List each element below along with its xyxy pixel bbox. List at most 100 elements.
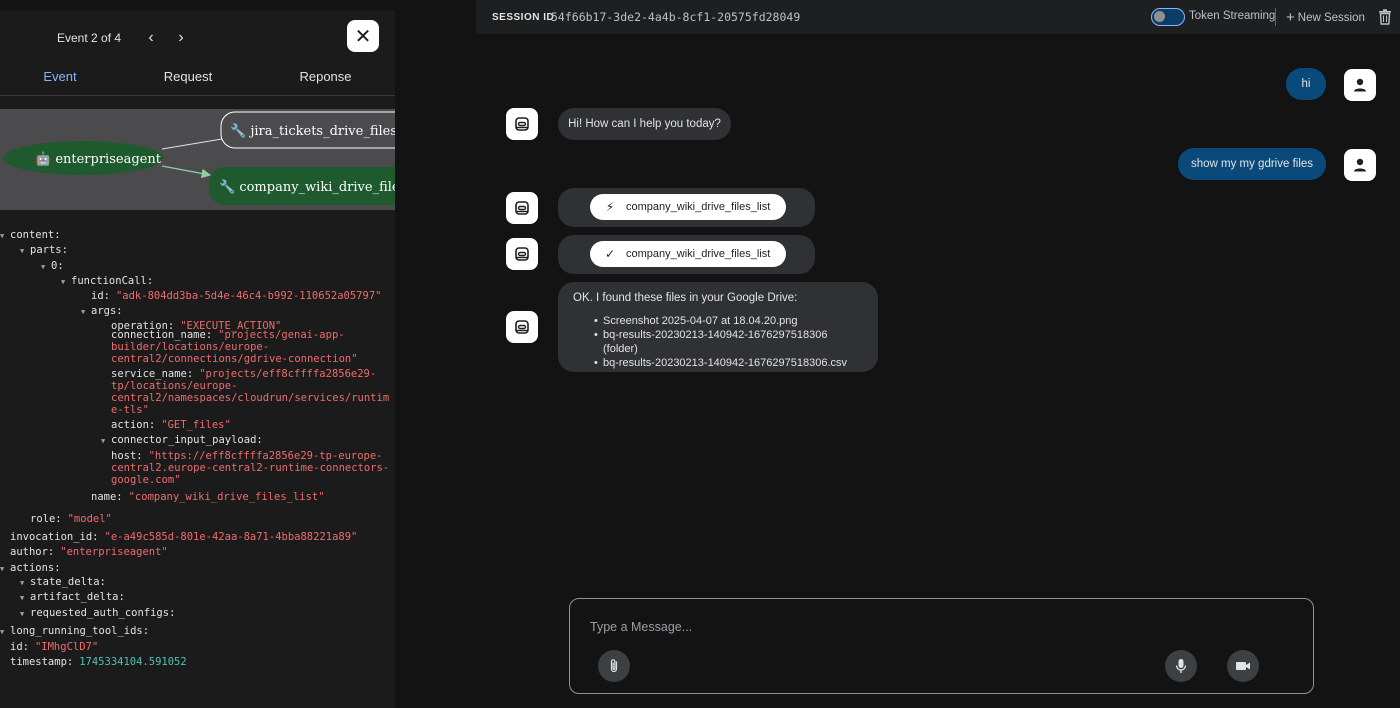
json-string-value: "e-a49c585d-801e-42aa-8a71-4bba88221a89" [104,531,358,543]
tab-event[interactable]: Event [0,58,120,95]
message-composer[interactable]: Type a Message... [569,598,1314,694]
json-key: id: [91,290,110,302]
user-avatar [1344,149,1376,181]
user-avatar [1344,69,1376,101]
event-navigator: Event 2 of 4 ‹ › [57,29,191,47]
header-divider [1275,8,1276,26]
json-line: google.com" [111,473,181,489]
tool-node-jira-label: 🔧 jira_tickets_drive_files_li [230,122,395,139]
toggle-knob [1154,11,1165,22]
plus-icon: + [1286,9,1295,26]
token-streaming-toggle[interactable] [1151,8,1185,26]
close-icon: ✕ [354,25,372,48]
json-key: timestamp: [10,656,74,668]
json-string-value: central2/connections/gdrive-connection" [111,353,358,365]
json-number-value: 1745334104.591052 [79,656,187,668]
user-message-bubble: show my my gdrive files [1178,148,1326,180]
session-id-label: SESSION ID [492,12,555,23]
robot-icon [515,117,529,131]
json-line: invocation_id: "e-a49c585d-801e-42aa-8a71… [10,530,357,546]
microphone-button[interactable] [1165,650,1197,682]
user-message-text: show my my gdrive files [1190,158,1314,170]
tab-request[interactable]: Request [120,58,256,95]
user-message-bubble: hi [1286,68,1326,100]
expand-triangle-icon[interactable]: ▼ [20,244,24,260]
event-tabs: Event Request Reponse [0,58,395,96]
json-line: ▼ args: [81,304,123,320]
json-line: ▼ functionCall: [61,274,153,290]
bot-avatar [506,108,538,140]
file-item: Screenshot 2025-04-07 at 18.04.20.png [573,314,863,328]
file-item: bq-results-20230213-140942-1676297518306… [573,356,863,370]
json-key: id: [10,641,29,653]
json-line: ▼ requested_auth_configs: [20,606,176,622]
file-item: bq-results-20230213-140942-1676297518306… [573,328,863,356]
bot-avatar [506,238,538,270]
function-call-chip[interactable]: ⚡︎ company_wiki_drive_files_list [590,194,787,220]
session-id-value: 54f66b17-3de2-4a4b-8cf1-20575fd28049 [551,10,801,24]
expand-triangle-icon[interactable]: ▼ [20,591,24,607]
new-session-label: New Session [1297,12,1365,24]
json-line: id: "IMhgClD7" [10,640,98,656]
json-line: timestamp: 1745334104.591052 [10,655,187,671]
function-response-bubble: ✓ company_wiki_drive_files_list [558,235,815,274]
bot-message-text: OK. I found these files in your Google D… [573,292,798,304]
json-string-value: central2/namespaces/cloudrun/services/ru… [111,392,390,404]
event-panel: Event 2 of 4 ‹ › ✕ Event Request Reponse [0,0,395,708]
close-panel-button[interactable]: ✕ [347,20,379,52]
expand-triangle-icon[interactable]: ▼ [81,305,85,321]
message-input[interactable]: Type a Message... [590,620,692,634]
expand-triangle-icon[interactable]: ▼ [61,275,65,291]
json-string-value: "GET_files" [161,419,231,431]
event-graph[interactable]: 🤖 enterpriseagent 🔧 jira_tickets_drive_f… [0,109,395,210]
json-string-value: "model" [67,513,112,525]
json-line: central2/connections/gdrive-connection" [111,352,358,368]
function-response-chip[interactable]: ✓ company_wiki_drive_files_list [590,241,787,267]
json-key: invocation_id: [10,531,99,543]
trash-icon[interactable] [1378,9,1392,25]
token-streaming-label: Token Streaming [1189,10,1276,22]
bot-avatar [506,192,538,224]
chat-panel: SESSION ID 54f66b17-3de2-4a4b-8cf1-20575… [395,0,1400,708]
function-call-bubble: ⚡︎ company_wiki_drive_files_list [558,188,815,227]
expand-triangle-icon[interactable]: ▼ [20,607,24,623]
bot-message-bubble: Hi! How can I help you today? [558,108,731,140]
chevron-left-icon[interactable]: ‹ [141,29,161,47]
json-string-value: "company_wiki_drive_files_list" [128,491,325,503]
json-line: role: "model" [30,512,112,528]
function-call-name: company_wiki_drive_files_list [626,201,771,213]
bot-files-bubble: OK. I found these files in your Google D… [558,282,878,372]
json-string-value: "enterpriseagent" [60,546,168,558]
new-session-button[interactable]: + New Session [1286,9,1365,26]
video-button[interactable] [1227,650,1259,682]
json-line: ▼ content: [0,228,61,244]
json-line: e-tls" [111,403,149,419]
attach-button[interactable] [598,650,630,682]
paperclip-icon [610,659,618,673]
json-key: actions: [10,562,61,574]
expand-triangle-icon[interactable]: ▼ [20,576,24,592]
robot-icon [515,247,529,261]
expand-triangle-icon[interactable]: ▼ [41,260,45,276]
expand-triangle-icon[interactable]: ▼ [0,562,4,578]
app-root: Event 2 of 4 ‹ › ✕ Event Request Reponse [0,0,1400,708]
json-key: state_delta: [30,576,106,588]
edge-agent-to-jira [161,138,223,150]
json-line: ▼ connector_input_payload: [101,433,263,449]
tool-node-wiki-label: 🔧 company_wiki_drive_files_ [219,178,395,195]
json-key: author: [10,546,55,558]
chevron-right-icon[interactable]: › [171,29,191,47]
json-line: id: "adk-804dd3ba-5d4e-46c4-b992-110652a0… [91,289,381,305]
tab-response[interactable]: Reponse [256,58,395,95]
json-key: requested_auth_configs: [30,607,176,619]
expand-triangle-icon[interactable]: ▼ [0,625,4,641]
expand-triangle-icon[interactable]: ▼ [101,434,105,450]
json-key: parts: [30,244,68,256]
json-line: name: "company_wiki_drive_files_list" [91,490,325,506]
user-message-text: hi [1301,78,1311,90]
json-line: author: "enterpriseagent" [10,545,168,561]
expand-triangle-icon[interactable]: ▼ [0,229,4,245]
video-camera-icon [1236,662,1250,670]
bolt-icon: ⚡︎ [605,200,615,214]
robot-icon [515,201,529,215]
